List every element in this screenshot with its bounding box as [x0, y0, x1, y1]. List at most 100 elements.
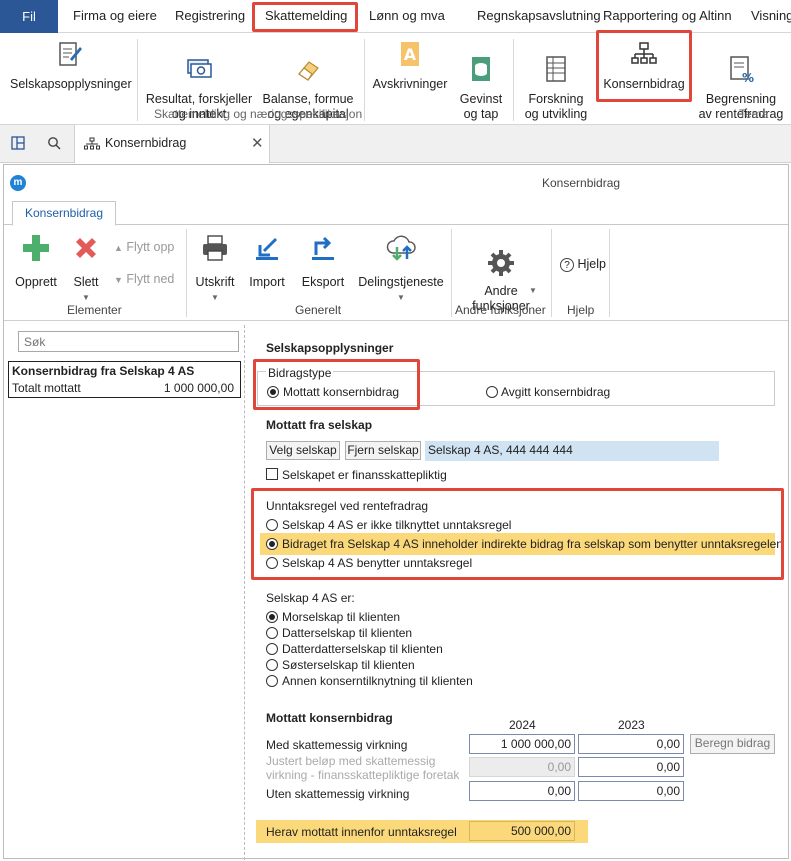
menu-visning[interactable]: Visning — [751, 8, 791, 23]
svg-text:%: % — [742, 71, 754, 84]
utskrift-button[interactable]: Utskrift ▼ — [192, 233, 238, 305]
field-uten-2024[interactable]: 0,00 — [469, 781, 575, 801]
column-header-2024: 2024 — [509, 718, 536, 732]
arrow-down-icon: ▼ — [114, 275, 123, 285]
export-arrow-icon — [312, 236, 334, 260]
arrow-up-icon: ▲ — [114, 243, 123, 253]
tab-konsernbidrag[interactable]: Konsernbidrag ✕ — [74, 125, 270, 163]
ribbon-begrensning-button[interactable]: % Begrensning av rentefradrag — [693, 39, 789, 137]
delingstjeneste-label: Delingstjeneste — [358, 275, 444, 289]
field-justert-2024: 0,00 — [469, 757, 575, 777]
toolbar-separator — [609, 229, 610, 317]
layout-icon[interactable] — [11, 136, 25, 150]
konsernbidrag-window: m Konsernbidrag Konsernbidrag Opprett Sl… — [3, 164, 789, 860]
hjelp-button[interactable]: ? Hjelp — [560, 257, 606, 272]
group-andre-funksjoner: Andre funksjoner — [455, 303, 546, 317]
toolbar-separator — [186, 229, 187, 317]
list-item[interactable]: Konsernbidrag fra Selskap 4 AS Totalt mo… — [8, 361, 241, 398]
radio-avgitt-konsernbidrag[interactable] — [486, 386, 498, 398]
field-med-2023[interactable]: 0,00 — [578, 734, 684, 754]
search-icon[interactable] — [47, 136, 61, 150]
section-title-selskapsopplysninger: Selskapsopplysninger — [266, 341, 394, 355]
ribbon-separator — [137, 39, 138, 121]
relasjon-title: Selskap 4 AS er: — [266, 591, 355, 605]
close-icon[interactable]: ✕ — [251, 134, 264, 152]
import-arrow-icon — [256, 237, 278, 260]
slett-button[interactable]: Slett ▼ — [66, 233, 106, 305]
highlight-skattemelding-tab — [252, 2, 358, 32]
menu-registrering[interactable]: Registrering — [175, 8, 245, 23]
ribbon-gevinst-button[interactable]: Gevinst og tap — [454, 39, 508, 137]
utskrift-label: Utskrift — [195, 275, 235, 289]
inner-tab-konsernbidrag[interactable]: Konsernbidrag — [12, 201, 116, 226]
row-label-justert-1: Justert beløp med skattemessig — [266, 754, 436, 768]
ribbon-group-label: Skattemelding og næringsspesifikasjon — [154, 107, 363, 121]
flytt-ned-label: Flytt ned — [126, 272, 175, 286]
list-item-label: Totalt mottatt — [12, 381, 81, 395]
velg-selskap-button[interactable]: Velg selskap — [266, 441, 340, 460]
menu-fil[interactable]: Fil — [0, 0, 58, 33]
ribbon-forskning-button[interactable]: Forskning og utvikling — [520, 39, 592, 137]
section-title-mottatt-konsernbidrag: Mottatt konsernbidrag — [266, 711, 393, 725]
ribbon-avskrivninger-button[interactable]: A Avskrivninger — [368, 39, 452, 92]
column-header-2023: 2023 — [618, 718, 645, 732]
radio-label: Morselskap til klienten — [282, 610, 401, 624]
row-label-med: Med skattemessig virkning — [266, 738, 408, 752]
radio-datterselskap[interactable] — [266, 627, 278, 639]
ribbon-label: Forskning og utvikling — [524, 92, 588, 121]
tab-row: Konsernbidrag ✕ — [0, 125, 791, 163]
radio-morselskap[interactable] — [266, 611, 278, 623]
ribbon-label: Gevinst og tap — [459, 92, 503, 121]
group-generelt: Generelt — [295, 303, 342, 317]
app-logo-icon: m — [10, 175, 26, 191]
menu-regnskapsavslutning[interactable]: Regnskapsavslutning — [477, 8, 601, 23]
money-stack-icon — [187, 59, 212, 78]
eksport-label: Eksport — [301, 275, 345, 289]
flytt-ned-button[interactable]: ▼ Flytt ned — [114, 272, 174, 286]
ribbon-selskapsopplysninger-button[interactable]: Selskapsopplysninger — [10, 39, 132, 92]
org-chart-icon — [84, 137, 100, 150]
field-herav-2024[interactable]: 500 000,00 — [469, 821, 575, 841]
opprett-button[interactable]: Opprett — [10, 233, 62, 290]
field-uten-2023[interactable]: 0,00 — [578, 781, 684, 801]
menu-rapportering-og-altinn[interactable]: Rapportering og Altinn — [603, 8, 732, 23]
ribbon: Selskapsopplysninger Resultat, forskjell… — [0, 30, 791, 125]
radio-label: Søsterselskap til klienten — [282, 658, 415, 672]
radio-label: Avgitt konsernbidrag — [501, 385, 611, 399]
row-label-herav: Herav mottatt innenfor unntaksregel — [266, 825, 457, 839]
finansskatt-checkbox[interactable] — [266, 468, 278, 480]
menu-bar: Fil Firma og eiere Registrering Skatteme… — [0, 0, 791, 33]
beregn-bidrag-button[interactable]: Beregn bidrag — [690, 734, 775, 754]
eksport-button[interactable]: Eksport — [298, 233, 348, 290]
selected-company-field[interactable]: Selskap 4 AS, 444 444 444 — [425, 441, 719, 461]
plus-icon — [23, 235, 49, 261]
menu-firma-og-eiere[interactable]: Firma og eiere — [73, 8, 157, 23]
toolbar-separator — [551, 229, 552, 317]
finansskatt-label: Selskapet er finansskattepliktig — [282, 468, 447, 482]
search-input[interactable] — [18, 331, 239, 352]
fjern-selskap-button[interactable]: Fjern selskap — [345, 441, 421, 460]
radio-datterdatterselskap[interactable] — [266, 643, 278, 655]
highlight-konsernbidrag-button — [596, 30, 692, 102]
radio-annen-tilknytning[interactable] — [266, 675, 278, 687]
panel-divider[interactable] — [244, 325, 245, 860]
ribbon-balanse-button[interactable]: Balanse, formue og egenkapital — [259, 39, 357, 137]
opprett-label: Opprett — [15, 275, 57, 289]
toolbar-separator — [451, 229, 452, 317]
radio-label: Datterselskap til klienten — [282, 626, 413, 640]
highlight-bidragstype — [253, 359, 420, 410]
coin-icon — [472, 57, 490, 81]
eraser-icon — [298, 61, 319, 81]
ribbon-separator — [513, 39, 514, 121]
radio-sosterselskap[interactable] — [266, 659, 278, 671]
menu-lonn-og-mva[interactable]: Lønn og mva — [369, 8, 445, 23]
chevron-down-icon: ▼ — [397, 293, 405, 302]
flytt-opp-button[interactable]: ▲ Flytt opp — [114, 240, 174, 254]
import-button[interactable]: Import — [244, 233, 290, 290]
field-justert-2023[interactable]: 0,00 — [578, 757, 684, 777]
ribbon-resultat-button[interactable]: Resultat, forskjeller og inntekt — [143, 39, 255, 137]
delingstjeneste-button[interactable]: Delingstjeneste ▼ — [356, 233, 446, 305]
cloud-share-icon — [386, 235, 416, 261]
field-med-2024[interactable]: 1 000 000,00 — [469, 734, 575, 754]
letter-a-icon: A — [401, 42, 419, 66]
